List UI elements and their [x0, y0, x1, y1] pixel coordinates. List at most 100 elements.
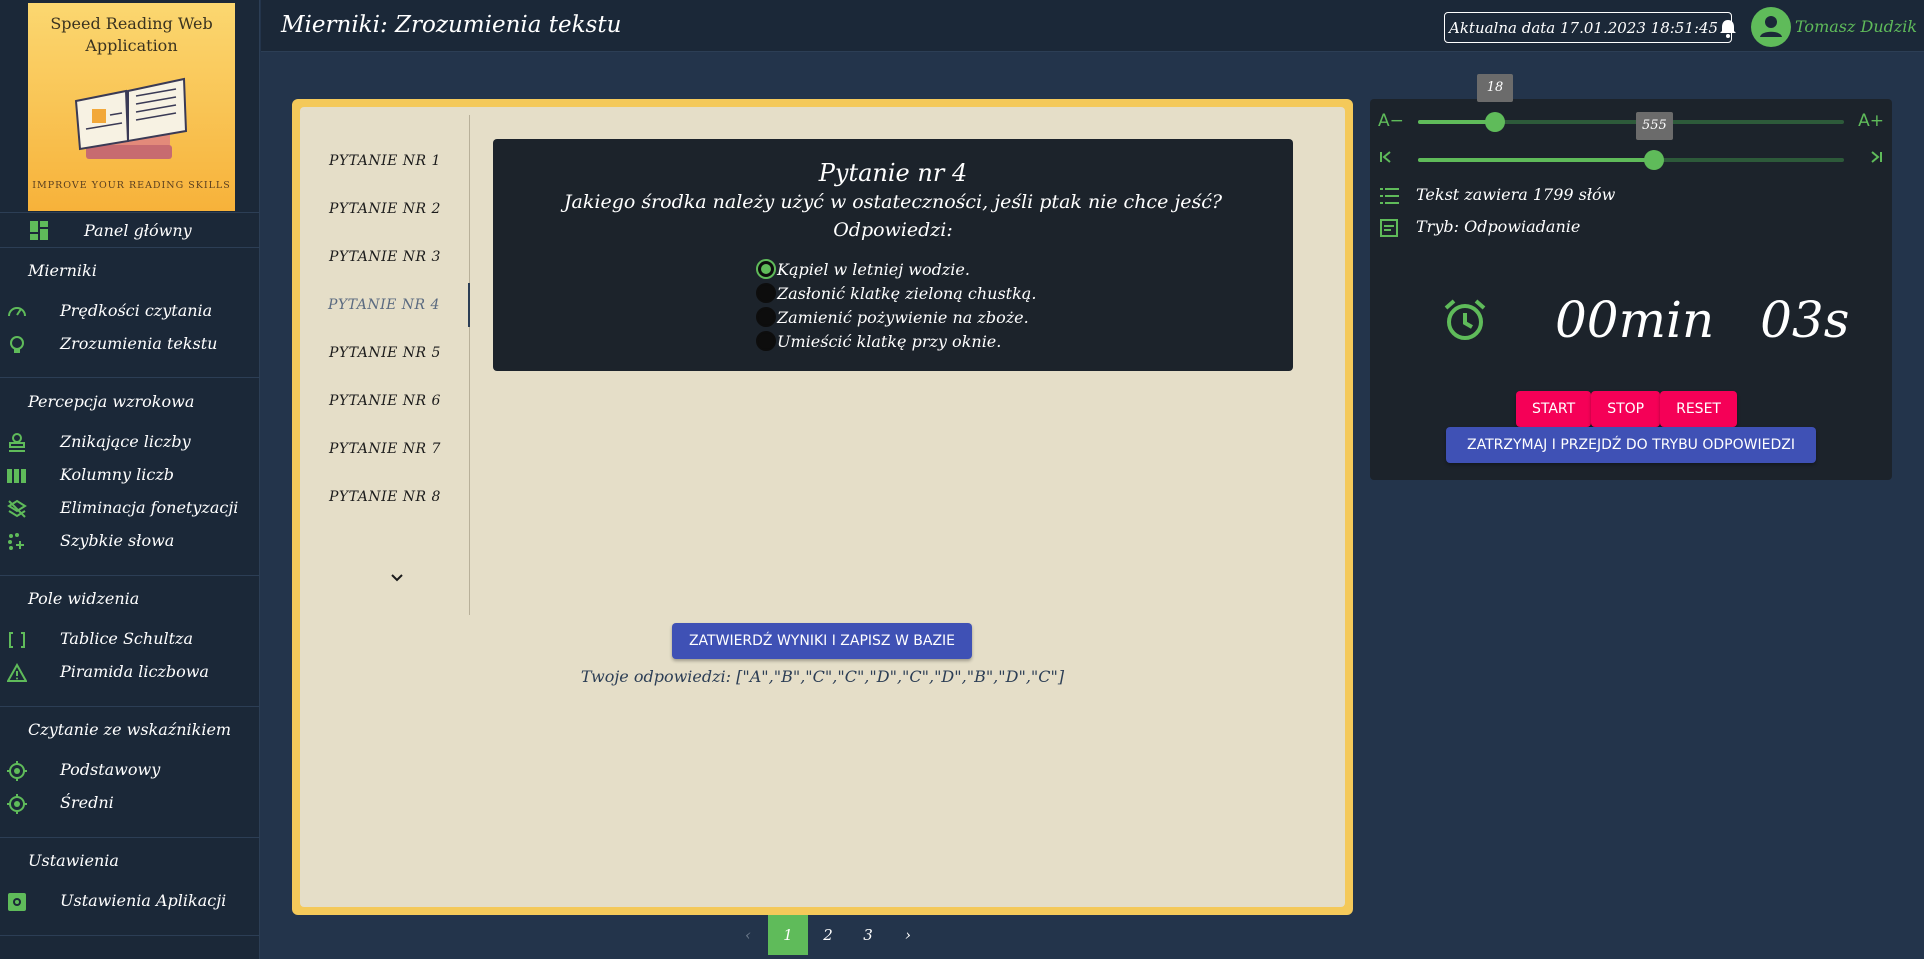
sidebar-divider — [0, 377, 259, 378]
page-title: Mierniki: Zrozumienia tekstu — [281, 12, 622, 38]
sidebar-item-label: Tablice Schultza — [60, 629, 194, 648]
sidebar-item-reading-speed[interactable]: Prędkości czytania — [0, 296, 259, 326]
notification-bell-icon[interactable] — [1719, 18, 1737, 38]
slider-thumb[interactable] — [1485, 112, 1505, 132]
font-increase-button[interactable]: A+ — [1858, 111, 1884, 131]
question-tab[interactable]: PYTANIE NR 6 — [300, 379, 470, 423]
brackets-icon — [7, 630, 27, 650]
sidebar-item-disappearing-numbers[interactable]: Znikające liczby — [0, 427, 259, 457]
page-button-active[interactable]: 1 — [768, 915, 808, 955]
your-answers-text: Twoje odpowiedzi: ["A","B","C","C","D","… — [580, 667, 1065, 686]
question-tab[interactable]: PYTANIE NR 8 — [300, 475, 470, 519]
answer-label: Zamienić pożywienie na zboże. — [777, 307, 1029, 327]
sidebar-item-phonetic-elimination[interactable]: Eliminacja fonetyzacji — [0, 493, 259, 523]
answer-option[interactable]: Zamienić pożywienie na zboże. — [756, 305, 1036, 329]
font-size-slider-row: A− 18 A+ — [1370, 74, 1892, 137]
slider-value-tooltip: 18 — [1477, 74, 1513, 102]
question-list: PYTANIE NR 1 PYTANIE NR 2 PYTANIE NR 3 P… — [300, 115, 470, 615]
columns-icon — [7, 466, 27, 486]
sidebar-item-medium-pointer[interactable]: Średni — [0, 788, 259, 818]
question-card: Pytanie nr 4 Jakiego środka należy użyć … — [493, 139, 1293, 371]
layers-off-icon — [7, 499, 27, 519]
question-tab[interactable]: PYTANIE NR 1 — [300, 139, 470, 183]
sidebar-item-label: Podstawowy — [60, 760, 161, 779]
answer-label: Zasłonić klatkę zieloną chustką. — [777, 283, 1037, 303]
sidebar: Speed Reading Web Application IMPROVE YO… — [0, 0, 260, 959]
speed-slider[interactable]: 555 — [1418, 112, 1844, 170]
page-button[interactable]: 3 — [848, 915, 888, 955]
user-name[interactable]: Tomasz Dudzik — [1795, 17, 1917, 36]
sidebar-item-number-columns[interactable]: Kolumny liczb — [0, 460, 259, 490]
start-button[interactable]: START — [1516, 391, 1592, 427]
document-icon — [1380, 219, 1398, 237]
sidebar-divider — [0, 837, 259, 838]
sidebar-item-label: Panel główny — [84, 221, 192, 240]
sidebar-item-label: Kolumny liczb — [60, 465, 175, 484]
skip-to-end-icon[interactable] — [1868, 149, 1884, 165]
stop-and-answer-button[interactable]: ZATRZYMAJ I PRZEJDŹ DO TRYBU ODPOWIEDZI — [1446, 427, 1816, 463]
slider-fill — [1418, 158, 1654, 162]
stop-button[interactable]: STOP — [1591, 391, 1661, 427]
chevron-down-icon[interactable] — [390, 573, 404, 583]
question-tab[interactable]: PYTANIE NR 7 — [300, 427, 470, 471]
sidebar-item-number-pyramid[interactable]: Piramida liczbowa — [0, 657, 259, 687]
radio-unselected[interactable] — [756, 331, 776, 351]
top-bar: Mierniki: Zrozumienia tekstu Aktualna da… — [261, 0, 1924, 52]
radio-unselected[interactable] — [756, 283, 776, 303]
logo-title: Speed Reading Web Application — [50, 14, 213, 55]
font-decrease-button[interactable]: A− — [1378, 111, 1404, 131]
control-panel: A− 18 A+ 555 Tekst zawiera 1799 słów Try — [1370, 74, 1892, 480]
submit-results-button[interactable]: ZATWIERDŹ WYNIKI I ZAPISZ W BAZIE — [672, 623, 972, 659]
answer-label: Kąpiel w letniej wodzie. — [777, 259, 970, 279]
sidebar-item-label: Zrozumienia tekstu — [60, 334, 218, 353]
exercise-frame: PYTANIE NR 1 PYTANIE NR 2 PYTANIE NR 3 P… — [292, 99, 1353, 915]
font-size-slider[interactable]: 18 — [1418, 74, 1844, 132]
radio-selected[interactable] — [756, 259, 776, 279]
answer-label: Umieścić klatkę przy oknie. — [777, 331, 1002, 351]
radio-unselected[interactable] — [756, 307, 776, 327]
sidebar-section-title: Mierniki — [28, 261, 97, 280]
sidebar-item-basic-pointer[interactable]: Podstawowy — [0, 755, 259, 785]
question-tab[interactable]: PYTANIE NR 3 — [300, 235, 470, 279]
question-title: Pytanie nr 4 — [818, 159, 968, 187]
warning-triangle-icon — [7, 663, 27, 683]
reset-button[interactable]: RESET — [1660, 391, 1737, 427]
dashboard-icon — [30, 221, 50, 241]
sidebar-item-text-comprehension[interactable]: Zrozumienia tekstu — [0, 329, 259, 359]
sidebar-section-title: Pole widzenia — [28, 589, 140, 608]
word-count: Tekst zawiera 1799 słów — [1416, 185, 1616, 204]
stamp-icon — [7, 433, 27, 453]
next-page-button[interactable]: › — [888, 915, 928, 955]
user-avatar-icon[interactable] — [1751, 7, 1791, 47]
question-tab[interactable]: PYTANIE NR 2 — [300, 187, 470, 231]
list-icon — [1380, 187, 1400, 205]
question-tab[interactable]: PYTANIE NR 5 — [300, 331, 470, 375]
answer-option[interactable]: Umieścić klatkę przy oknie. — [756, 329, 1036, 353]
sidebar-item-quick-words[interactable]: Szybkie słowa — [0, 526, 259, 556]
question-tab-active[interactable]: PYTANIE NR 4 — [300, 283, 470, 327]
sidebar-item-dashboard[interactable]: Panel główny — [0, 212, 259, 248]
app-logo[interactable]: Speed Reading Web Application IMPROVE YO… — [28, 3, 235, 211]
skip-to-start-icon[interactable] — [1378, 149, 1394, 165]
sidebar-item-app-settings[interactable]: Ustawienia Aplikacji — [0, 886, 259, 916]
page-button[interactable]: 2 — [808, 915, 848, 955]
book-illustration-icon — [74, 77, 188, 159]
answer-option[interactable]: Kąpiel w letniej wodzie. — [756, 257, 1036, 281]
pagination: ‹ 1 2 3 › — [728, 915, 928, 955]
sidebar-item-label: Piramida liczbowa — [60, 662, 209, 681]
slider-thumb[interactable] — [1644, 150, 1664, 170]
dots-add-icon — [7, 532, 27, 552]
timer-buttons: START STOP RESET — [1516, 391, 1737, 427]
crosshair-icon — [7, 794, 27, 814]
slider-fill — [1418, 120, 1495, 124]
sidebar-item-schulte-tables[interactable]: Tablice Schultza — [0, 624, 259, 654]
exercise-panel: PYTANIE NR 1 PYTANIE NR 2 PYTANIE NR 3 P… — [300, 107, 1345, 907]
answer-option[interactable]: Zasłonić klatkę zieloną chustką. — [756, 281, 1036, 305]
sidebar-item-label: Ustawienia Aplikacji — [60, 891, 227, 910]
lightbulb-icon — [7, 335, 27, 355]
answer-options: Kąpiel w letniej wodzie. Zasłonić klatkę… — [756, 257, 1036, 353]
mode-label: Tryb: Odpowiadanie — [1416, 217, 1581, 236]
answers-label: Odpowiedzi: — [833, 219, 953, 241]
current-date: Aktualna data 17.01.2023 18:51:45 — [1444, 12, 1732, 43]
prev-page-button[interactable]: ‹ — [728, 915, 768, 955]
